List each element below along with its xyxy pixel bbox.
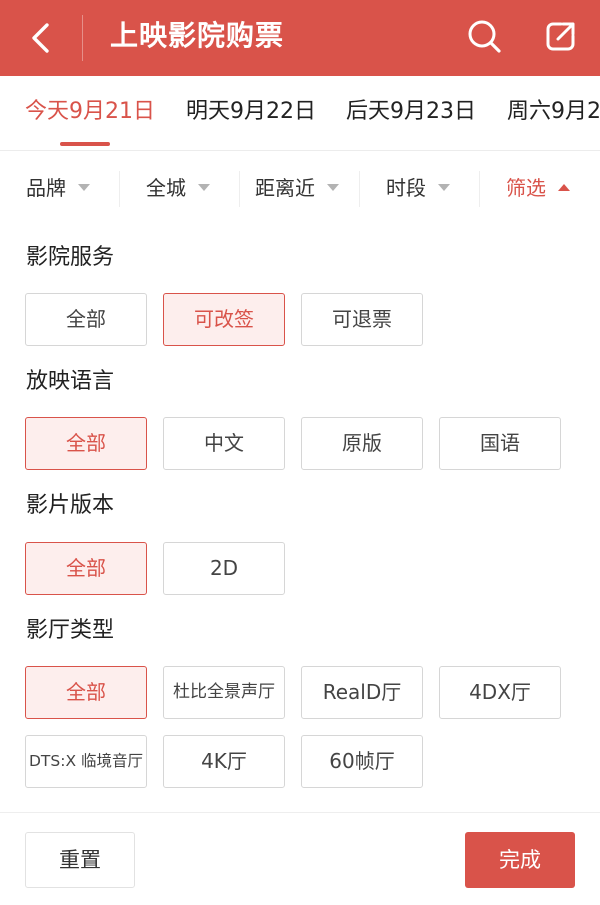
section-title-services: 影院服务 — [26, 245, 115, 270]
filter-brand-label: 品牌 — [26, 176, 66, 200]
option-hall-dtsx[interactable]: DTS:X 临境音厅 — [25, 735, 147, 788]
option-hall-60fps[interactable]: 60帧厅 — [301, 735, 423, 788]
caret-down-icon — [198, 184, 210, 191]
option-version-2d[interactable]: 2D — [163, 542, 285, 595]
date-tabs: 今天9月21日 明天9月22日 后天9月23日 周六9月24日 — [0, 76, 600, 151]
done-button[interactable]: 完成 — [465, 832, 575, 888]
section-title-version: 影片版本 — [26, 493, 115, 518]
filter-brand[interactable]: 品牌 — [26, 173, 90, 203]
header-divider — [82, 15, 83, 61]
option-services-changeable[interactable]: 可改签 — [163, 293, 285, 346]
page-title: 上映影院购票 — [110, 19, 285, 52]
filter-screen[interactable]: 筛选 — [506, 173, 570, 203]
filter-divider — [239, 171, 240, 207]
option-services-refundable[interactable]: 可退票 — [301, 293, 423, 346]
tab-date-2[interactable]: 后天9月23日 — [346, 96, 476, 128]
option-hall-dolby-atmos[interactable]: 杜比全景声厅 — [163, 666, 285, 719]
tab-date-1[interactable]: 明天9月22日 — [186, 96, 316, 128]
filter-time[interactable]: 时段 — [386, 173, 450, 203]
active-tab-indicator — [60, 142, 110, 146]
caret-up-icon — [558, 184, 570, 191]
option-hall-4dx[interactable]: 4DX厅 — [439, 666, 561, 719]
option-hall-4k[interactable]: 4K厅 — [163, 735, 285, 788]
back-button[interactable] — [22, 18, 62, 58]
option-services-all[interactable]: 全部 — [25, 293, 147, 346]
filter-bar: 品牌 全城 距离近 时段 筛选 — [0, 151, 600, 224]
filter-screen-label: 筛选 — [506, 176, 546, 200]
caret-down-icon — [327, 184, 339, 191]
tab-date-0[interactable]: 今天9月21日 — [25, 96, 155, 128]
option-hall-all[interactable]: 全部 — [25, 666, 147, 719]
section-title-language: 放映语言 — [26, 369, 115, 394]
tab-date-3[interactable]: 周六9月24日 — [507, 96, 600, 128]
share-icon — [546, 22, 575, 51]
reset-button[interactable]: 重置 — [25, 832, 135, 888]
filter-time-label: 时段 — [386, 176, 426, 200]
filter-distance-label: 距离近 — [255, 176, 315, 200]
filter-distance[interactable]: 距离近 — [255, 173, 339, 203]
option-version-all[interactable]: 全部 — [25, 542, 147, 595]
option-language-chinese[interactable]: 中文 — [163, 417, 285, 470]
filter-area-label: 全城 — [146, 176, 186, 200]
filter-divider — [359, 171, 360, 207]
search-button[interactable] — [464, 16, 504, 56]
footer-bar: 重置 完成 — [0, 812, 600, 905]
caret-down-icon — [438, 184, 450, 191]
filter-divider — [479, 171, 480, 207]
option-language-mandarin[interactable]: 国语 — [439, 417, 561, 470]
filter-divider — [119, 171, 120, 207]
chevron-left-icon — [32, 23, 49, 53]
option-hall-reald[interactable]: RealD厅 — [301, 666, 423, 719]
filter-area[interactable]: 全城 — [146, 173, 210, 203]
header-bar: 上映影院购票 — [0, 0, 600, 76]
option-language-all[interactable]: 全部 — [25, 417, 147, 470]
option-language-original[interactable]: 原版 — [301, 417, 423, 470]
caret-down-icon — [78, 184, 90, 191]
share-button[interactable] — [541, 16, 581, 56]
section-title-hall: 影厅类型 — [26, 618, 115, 643]
search-icon — [468, 20, 501, 53]
